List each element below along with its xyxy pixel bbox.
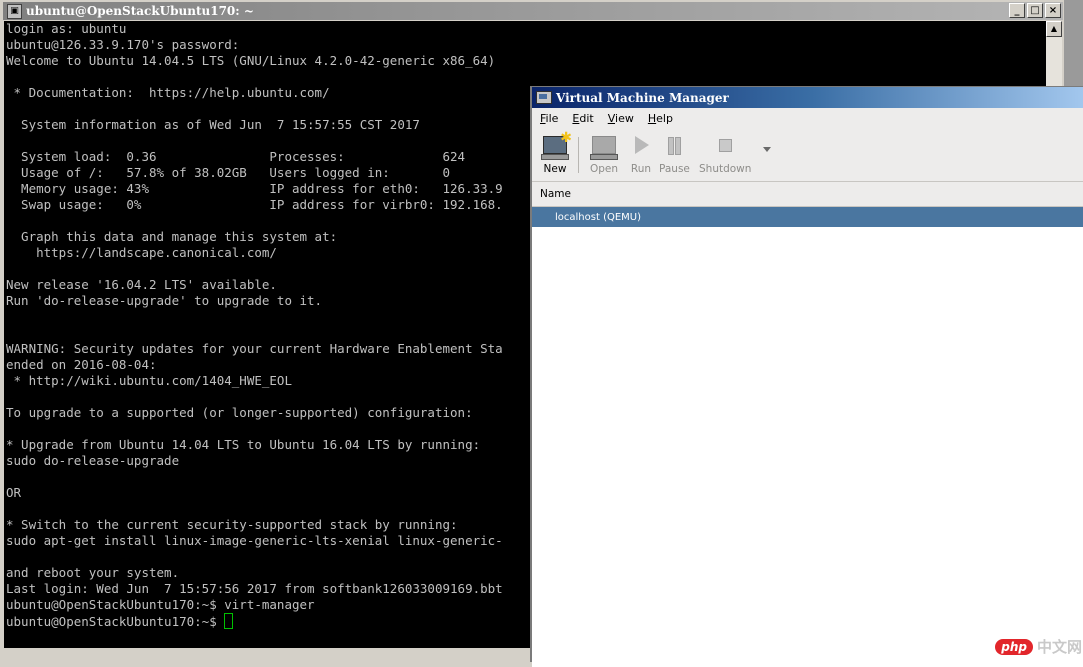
scroll-up-arrow-icon[interactable]: ▲ bbox=[1046, 21, 1062, 37]
terminal-prompt: ubuntu@OpenStackUbuntu170:~$ bbox=[6, 614, 225, 629]
new-vm-icon: ✱ bbox=[541, 131, 572, 160]
column-header-label: Name bbox=[540, 188, 571, 200]
open-button[interactable]: Open bbox=[590, 135, 618, 175]
new-label: New bbox=[543, 163, 567, 175]
run-button[interactable]: Run bbox=[628, 135, 654, 175]
terminal-title-bar[interactable]: ▣ ubuntu@OpenStackUbuntu170: ~ _ □ × bbox=[3, 2, 1063, 20]
pause-button[interactable]: Pause bbox=[659, 135, 690, 175]
connection-list[interactable]: localhost (QEMU) php 中文网 bbox=[532, 207, 1083, 667]
shutdown-button[interactable]: Shutdown bbox=[699, 135, 751, 175]
shutdown-dropdown-arrow-icon[interactable] bbox=[763, 147, 771, 152]
list-item-localhost-qemu[interactable]: localhost (QEMU) bbox=[532, 207, 1083, 227]
pause-label: Pause bbox=[659, 163, 690, 175]
vmm-app-icon bbox=[536, 91, 552, 104]
play-icon bbox=[628, 135, 654, 157]
terminal-line: ubuntu@126.33.9.170's password: bbox=[6, 37, 240, 52]
close-button[interactable]: × bbox=[1045, 3, 1061, 18]
pause-icon bbox=[661, 135, 687, 157]
toolbar: ✱ New Open Run Pause Shutdown bbox=[532, 129, 1083, 182]
menu-view[interactable]: View bbox=[608, 112, 634, 125]
menu-file[interactable]: File bbox=[540, 112, 558, 125]
monitor-icon bbox=[590, 135, 619, 160]
menu-help[interactable]: Help bbox=[648, 112, 673, 125]
minimize-button[interactable]: _ bbox=[1009, 3, 1025, 18]
menu-edit[interactable]: Edit bbox=[572, 112, 593, 125]
terminal-title: ubuntu@OpenStackUbuntu170: ~ bbox=[26, 4, 254, 18]
menu-bar: File Edit View Help bbox=[532, 108, 1083, 129]
desktop-background bbox=[1064, 0, 1083, 87]
run-label: Run bbox=[630, 163, 652, 175]
putty-icon[interactable]: ▣ bbox=[7, 3, 22, 19]
watermark: php 中文网 bbox=[995, 636, 1082, 657]
connection-name: localhost (QEMU) bbox=[555, 211, 642, 223]
terminal-line: Welcome to Ubuntu 14.04.5 LTS (GNU/Linux… bbox=[6, 53, 496, 68]
maximize-button[interactable]: □ bbox=[1027, 3, 1043, 18]
vmm-title: Virtual Machine Manager bbox=[556, 90, 729, 105]
watermark-text: 中文网 bbox=[1036, 638, 1082, 656]
column-header-name[interactable]: Name bbox=[532, 182, 1083, 207]
php-logo: php bbox=[995, 638, 1033, 655]
new-vm-button[interactable]: ✱ New bbox=[541, 131, 572, 175]
vmm-title-bar[interactable]: Virtual Machine Manager bbox=[532, 87, 1083, 108]
toolbar-separator bbox=[578, 137, 579, 173]
terminal-line: login as: ubuntu bbox=[6, 21, 127, 36]
virt-manager-window: Virtual Machine Manager File Edit View H… bbox=[530, 86, 1083, 667]
shutdown-label: Shutdown bbox=[699, 163, 752, 175]
stop-icon bbox=[712, 135, 738, 157]
open-label: Open bbox=[590, 163, 619, 175]
terminal-cursor bbox=[224, 613, 234, 629]
